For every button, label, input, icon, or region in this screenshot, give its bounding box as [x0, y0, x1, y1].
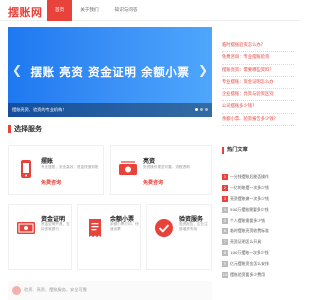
card-desc: 验资报告，企业注册增资专用	[179, 222, 208, 231]
hot-articles-heading: 热门文章	[222, 144, 294, 158]
hot-article-item[interactable]: 5 个人摆账需要多少钱	[222, 215, 294, 226]
rank-badge: 6	[222, 228, 228, 235]
notice-item[interactable]: 专业摆账：资金证明怎么办	[222, 77, 294, 90]
service-card-fund-proof[interactable]: 资金证明 资金证明开具，支持多家银行	[8, 204, 72, 270]
site-logo[interactable]: 摆账网	[8, 4, 43, 20]
hot-article-title: 一亿的账摆一次多少钱	[230, 185, 269, 191]
rank-badge: 8	[222, 249, 228, 256]
hot-article-title: 亮资证明怎么开具	[230, 239, 262, 245]
banner-dot[interactable]	[195, 108, 198, 111]
card-consult-link[interactable]: 免费咨询	[143, 179, 163, 186]
hot-article-item[interactable]: 7 亮资证明怎么开具	[222, 237, 294, 248]
nav-home[interactable]: 首页	[47, 0, 73, 21]
cash-icon	[119, 161, 137, 175]
phone-icon	[21, 160, 31, 178]
banner-caption-bar: 摆账亮资、验资的专业机构！	[8, 103, 212, 117]
section-accent-bar	[8, 125, 11, 133]
section-accent-bar	[222, 147, 224, 154]
receipt-icon	[89, 219, 101, 237]
card-desc: 亮资操作规范可靠，流程透明	[143, 165, 190, 169]
notice-item[interactable]: 公司摆账多少钱?	[222, 101, 294, 114]
card-consult-link[interactable]: 免费咨询	[41, 179, 61, 186]
hot-article-item[interactable]: 4 500万摆账需要多少钱	[222, 204, 294, 215]
service-card-verify[interactable]: 验资服务 验资报告，企业注册增资专用	[146, 204, 212, 270]
section-title: 选择服务	[14, 125, 42, 133]
card-title: 亮资	[143, 158, 156, 165]
notice-item[interactable]: 临时摆账验资怎么办?	[222, 40, 294, 53]
hot-article-title: 一分钱摆账后能否操作	[230, 174, 269, 180]
hot-article-item[interactable]: 1 一分钱摆账后能否操作	[222, 172, 294, 183]
service-card-receipt[interactable]: 余额小票 余额小票打印，快速出票	[77, 204, 141, 270]
rank-badge: 10	[222, 271, 228, 278]
hot-article-item[interactable]: 8 100万摆账一次多少钱	[222, 248, 294, 259]
rank-badge: 2	[222, 185, 228, 192]
card-desc: 资金证明开具，支持多家银行	[41, 222, 70, 231]
check-icon	[155, 219, 173, 237]
rank-badge: 7	[222, 239, 228, 246]
hot-article-item[interactable]: 9 亿元摆账资金怎么安排	[222, 258, 294, 269]
banner-dot[interactable]	[200, 108, 203, 111]
card-desc: 专业摆账，安全高效，资金快速到账	[41, 165, 99, 169]
banner-dot[interactable]	[205, 108, 208, 111]
main-nav: 首页 关于我们 知识与问答	[47, 0, 146, 21]
rank-badge: 3	[222, 195, 228, 202]
hero-banner[interactable]: ❮ 摆账 亮资 资金证明 余额小票 ❯ 摆账亮资、验资的专业机构！	[8, 27, 212, 117]
chevron-right-icon[interactable]: ❯	[198, 63, 208, 77]
notice-list: 临时摆账验资怎么办? 免费咨询：专业摆账验资 摆账亮资：需要哪些资料？ 专业摆账…	[222, 40, 294, 127]
hot-article-item[interactable]: 2 一亿的账摆一次多少钱	[222, 183, 294, 194]
banner-title: 摆账 亮资 资金证明 余额小票	[30, 65, 190, 79]
banner-caption: 摆账亮资、验资的专业机构！	[12, 107, 67, 112]
hot-article-item[interactable]: 10 摆账验资要多少费用	[222, 269, 294, 280]
hot-article-title: 100万摆账一次多少钱	[230, 249, 269, 255]
bottom-text: 验资、亮资、摆账服务，安全可靠	[24, 287, 87, 292]
hot-article-title: 个人摆账需要多少钱	[230, 217, 266, 223]
hot-articles-list: 1 一分钱摆账后能否操作 2 一亿的账摆一次多少钱 3 亮资摆账做一次多少钱 4 500…	[222, 172, 294, 280]
rank-badge: 4	[222, 206, 228, 213]
hot-article-title: 500万摆账需要多少钱	[230, 206, 269, 212]
rank-badge: 5	[222, 217, 228, 224]
site-header: 摆账网 首页 关于我们 知识与问答	[0, 0, 300, 21]
notice-item[interactable]: 企业摆账：亮资与验资区别	[222, 89, 294, 102]
hot-article-title: 亿元摆账资金怎么安排	[230, 260, 269, 266]
notice-item[interactable]: 摆账亮资：需要哪些资料？	[222, 65, 294, 77]
hot-article-item[interactable]: 6 临时摆账亮资收费标准	[222, 226, 294, 237]
hot-articles: 热门文章 1 一分钱摆账后能否操作 2 一亿的账摆一次多少钱 3 亮资摆账做一次多少钱…	[222, 144, 294, 280]
rank-badge: 1	[222, 174, 228, 181]
banner-pagination	[195, 108, 208, 111]
nav-about[interactable]: 关于我们	[72, 0, 106, 21]
hot-article-item[interactable]: 3 亮资摆账做一次多少钱	[222, 194, 294, 205]
money-icon	[17, 222, 35, 234]
hot-articles-title: 热门文章	[227, 147, 248, 153]
notice-item[interactable]: 余额小票、验资报告多少钱?	[222, 114, 294, 127]
hot-article-title: 亮资摆账做一次多少钱	[230, 195, 269, 201]
rank-badge: 9	[222, 260, 228, 267]
card-title: 摆账	[41, 158, 54, 165]
notice-item[interactable]: 免费咨询：专业摆账验资	[222, 52, 294, 65]
info-icon	[12, 286, 21, 295]
hot-article-title: 临时摆账亮资收费标准	[230, 228, 269, 234]
card-desc: 余额小票打印，快速出票	[110, 222, 139, 231]
service-card-liangzi[interactable]: 亮资 亮资操作规范可靠，流程透明 免费咨询	[110, 145, 212, 195]
service-card-bazhang[interactable]: 摆账 专业摆账，安全高效，资金快速到账 免费咨询	[8, 145, 104, 195]
nav-knowledge[interactable]: 知识与问答	[107, 0, 146, 21]
hot-article-title: 摆账验资要多少费用	[230, 271, 266, 277]
bottom-info-strip: 验资、亮资、摆账服务，安全可靠	[8, 281, 212, 300]
